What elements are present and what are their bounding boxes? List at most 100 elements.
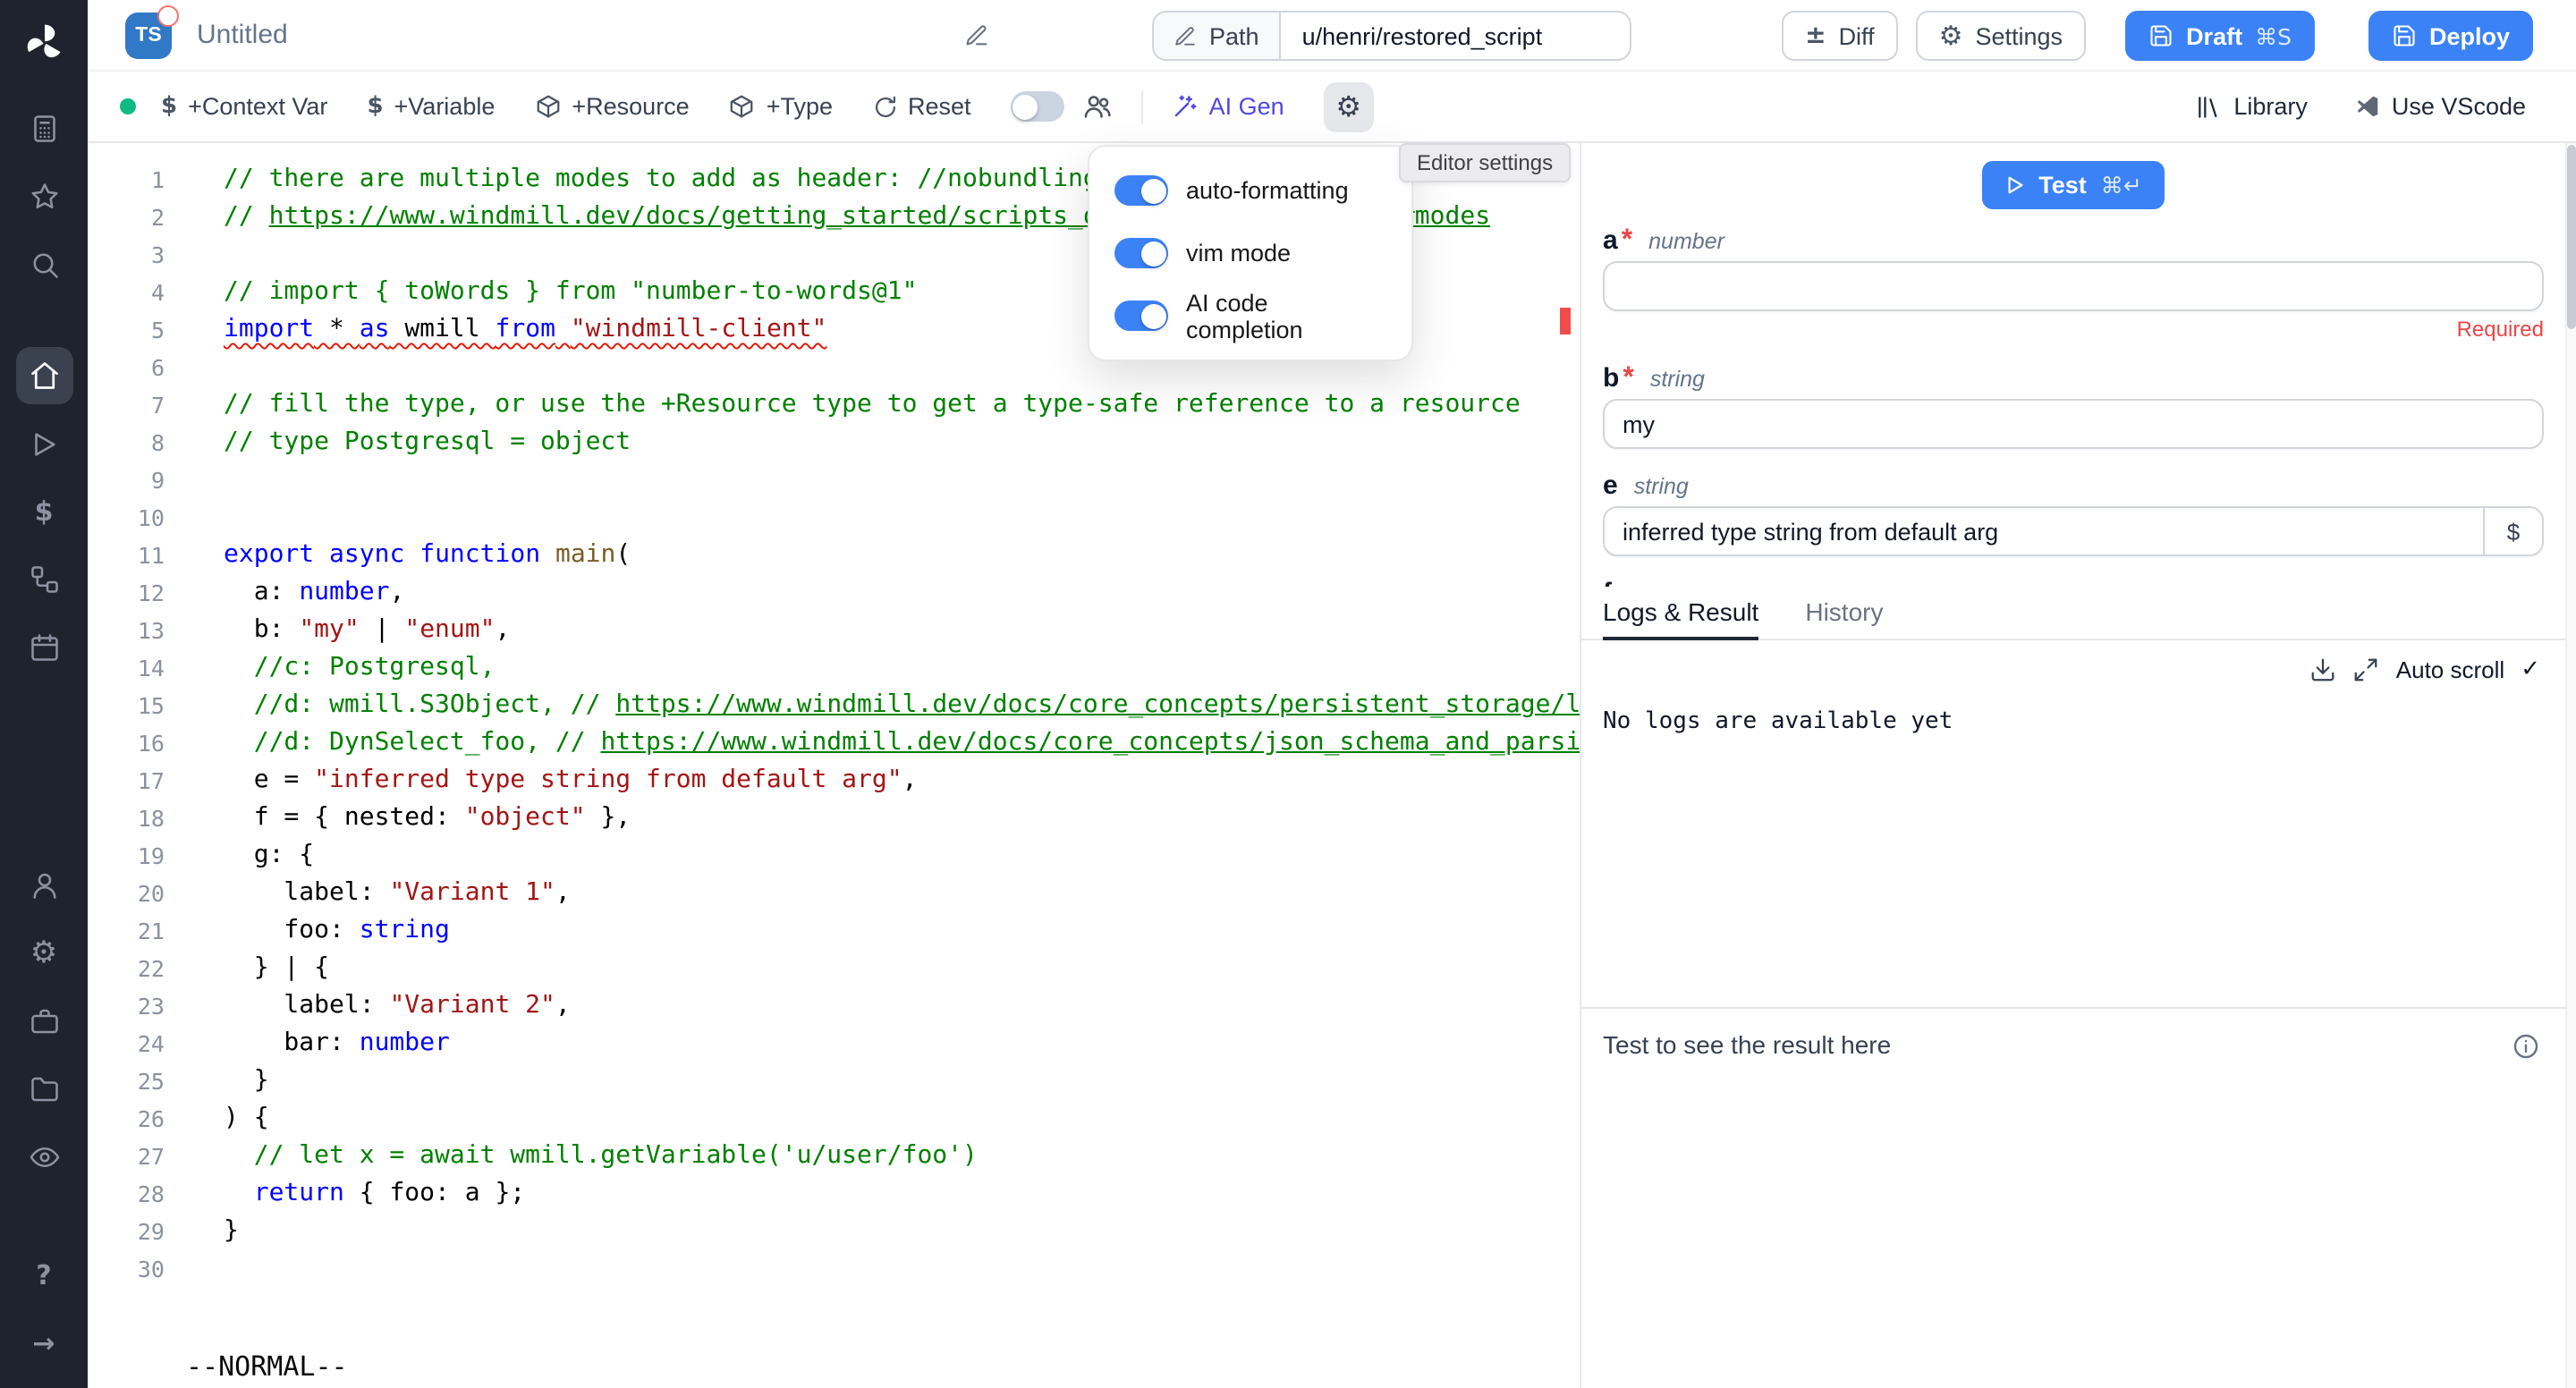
- code-line-text: label: "Variant 1",: [224, 875, 571, 912]
- info-icon[interactable]: [2512, 1032, 2540, 1061]
- sidebar-item-workers[interactable]: [15, 993, 72, 1050]
- reset-button[interactable]: Reset: [872, 93, 971, 120]
- people-icon[interactable]: [1082, 91, 1113, 122]
- check-icon[interactable]: ✓: [2521, 656, 2540, 683]
- tab-history[interactable]: History: [1805, 587, 1883, 640]
- line-number: 3: [88, 236, 165, 274]
- library-button[interactable]: Library: [2194, 92, 2308, 121]
- code-line[interactable]: 20 label: "Variant 1",: [88, 875, 1580, 912]
- add-variable-button[interactable]: $ +Variable: [367, 93, 495, 120]
- add-context-var-button[interactable]: $ +Context Var: [161, 93, 327, 120]
- line-number: 17: [88, 762, 165, 800]
- sidebar-item-settings[interactable]: ⚙: [15, 925, 72, 982]
- sidebar-item-resources[interactable]: [15, 551, 72, 608]
- sidebar-item-search[interactable]: [15, 236, 72, 293]
- code-line[interactable]: 7// fill the type, or use the +Resource …: [88, 386, 1580, 424]
- sidebar-item-favorites[interactable]: [15, 168, 72, 225]
- ai-gen-button[interactable]: AI Gen: [1172, 93, 1284, 120]
- add-type-button[interactable]: +Type: [729, 93, 833, 120]
- code-line[interactable]: 30: [88, 1250, 1580, 1288]
- edit-summary-icon[interactable]: [964, 23, 989, 48]
- download-logs-icon[interactable]: [2310, 656, 2337, 683]
- sidebar-item-folders[interactable]: [15, 1061, 72, 1118]
- code-line-text: // fill the type, or use the +Resource t…: [224, 386, 1521, 424]
- settings-button[interactable]: ⚙ Settings: [1916, 11, 2086, 61]
- auto-formatting-toggle[interactable]: [1114, 175, 1168, 206]
- code-line[interactable]: 22 } | {: [88, 950, 1580, 987]
- code-line[interactable]: 28 return { foo: a };: [88, 1175, 1580, 1213]
- sidebar-item-audit-logs[interactable]: [15, 1129, 72, 1186]
- auto-scroll-label[interactable]: Auto scroll: [2396, 656, 2504, 683]
- folder-icon: [28, 1073, 60, 1105]
- search-icon: [28, 249, 60, 281]
- expand-logs-icon[interactable]: [2353, 656, 2380, 683]
- variable-picker-button[interactable]: $: [2483, 508, 2542, 554]
- sidebar-item-users[interactable]: [15, 857, 72, 914]
- sidebar-item-help[interactable]: ?: [15, 1247, 72, 1304]
- use-vscode-button[interactable]: Use VScode: [2354, 93, 2526, 120]
- code-line[interactable]: 18 f = { nested: "object" },: [88, 800, 1580, 837]
- code-line[interactable]: 13 b: "my" | "enum",: [88, 612, 1580, 649]
- code-line-text: a: number,: [224, 574, 404, 612]
- language-label: TS: [135, 24, 161, 46]
- a-input[interactable]: [1603, 261, 2544, 311]
- scrollbar-thumb[interactable]: [2567, 145, 2576, 329]
- sidebar-item-home[interactable]: [15, 347, 72, 404]
- code-line[interactable]: 23 label: "Variant 2",: [88, 987, 1580, 1025]
- code-line[interactable]: 9: [88, 461, 1580, 499]
- eye-icon: [28, 1141, 60, 1173]
- sidebar-item-variables[interactable]: $: [15, 483, 72, 540]
- draft-button[interactable]: Draft ⌘S: [2125, 11, 2315, 61]
- editor-settings-button[interactable]: ⚙: [1324, 81, 1374, 131]
- vscode-icon: [2354, 93, 2381, 120]
- menu-item-vim-mode: vim mode: [1089, 222, 1411, 284]
- code-line[interactable]: 10: [88, 499, 1580, 537]
- multiplayer-toggle[interactable]: [1011, 91, 1064, 122]
- code-line[interactable]: 29}: [88, 1213, 1580, 1250]
- line-number: 5: [88, 311, 165, 349]
- code-line[interactable]: 15 //d: wmill.S3Object, // https://www.w…: [88, 687, 1580, 724]
- status-dot: [120, 98, 136, 114]
- calculator-icon: [28, 113, 60, 145]
- b-input[interactable]: [1603, 399, 2544, 449]
- sidebar-item-schedules[interactable]: [15, 619, 72, 676]
- diff-button[interactable]: ± Diff: [1782, 11, 1898, 61]
- code-line[interactable]: 17 e = "inferred type string from defaul…: [88, 762, 1580, 800]
- scrollbar[interactable]: [2565, 143, 2576, 1388]
- code-line[interactable]: 12 a: number,: [88, 574, 1580, 612]
- code-line[interactable]: 27 // let x = await wmill.getVariable('u…: [88, 1138, 1580, 1175]
- code-line[interactable]: 11export async function main(: [88, 537, 1580, 574]
- line-number: 27: [88, 1138, 165, 1175]
- edit-path-button[interactable]: Path: [1154, 13, 1281, 59]
- code-line[interactable]: 16 //d: DynSelect_foo, // https://www.wi…: [88, 724, 1580, 762]
- code-line[interactable]: 21 foo: string: [88, 912, 1580, 950]
- code-line[interactable]: 25 }: [88, 1062, 1580, 1100]
- code-line[interactable]: 19 g: {: [88, 837, 1580, 875]
- line-number: 26: [88, 1100, 165, 1138]
- vim-mode-toggle[interactable]: [1114, 238, 1168, 268]
- code-line-text: }: [224, 1213, 239, 1250]
- code-line[interactable]: 14 //c: Postgresql,: [88, 649, 1580, 687]
- field-label: estring: [1603, 470, 2544, 503]
- test-button[interactable]: Test ⌘↵: [1981, 160, 2165, 208]
- AI-code-completion-toggle[interactable]: [1114, 300, 1168, 331]
- line-number: 9: [88, 461, 165, 499]
- path-value[interactable]: u/henri/restored_script: [1281, 13, 1630, 59]
- sidebar-item-apps[interactable]: [15, 100, 72, 157]
- test-shortcut: ⌘↵: [2101, 171, 2142, 198]
- code-line[interactable]: 8// type Postgresql = object: [88, 424, 1580, 461]
- code-line[interactable]: 26) {: [88, 1100, 1580, 1138]
- windmill-logo[interactable]: [21, 20, 67, 66]
- sidebar-collapse[interactable]: →: [15, 1315, 72, 1372]
- code-line[interactable]: 24 bar: number: [88, 1025, 1580, 1062]
- line-number: 8: [88, 424, 165, 461]
- deploy-icon: [2392, 23, 2417, 48]
- tab-logs-result[interactable]: Logs & Result: [1603, 587, 1758, 640]
- play-icon: [2004, 174, 2024, 194]
- sidebar-item-runs[interactable]: [15, 415, 72, 472]
- star-icon: [28, 181, 60, 213]
- line-number: 12: [88, 574, 165, 612]
- add-resource-button[interactable]: +Resource: [534, 93, 689, 120]
- e-input[interactable]: [1603, 506, 2544, 556]
- deploy-button[interactable]: Deploy: [2368, 11, 2533, 61]
